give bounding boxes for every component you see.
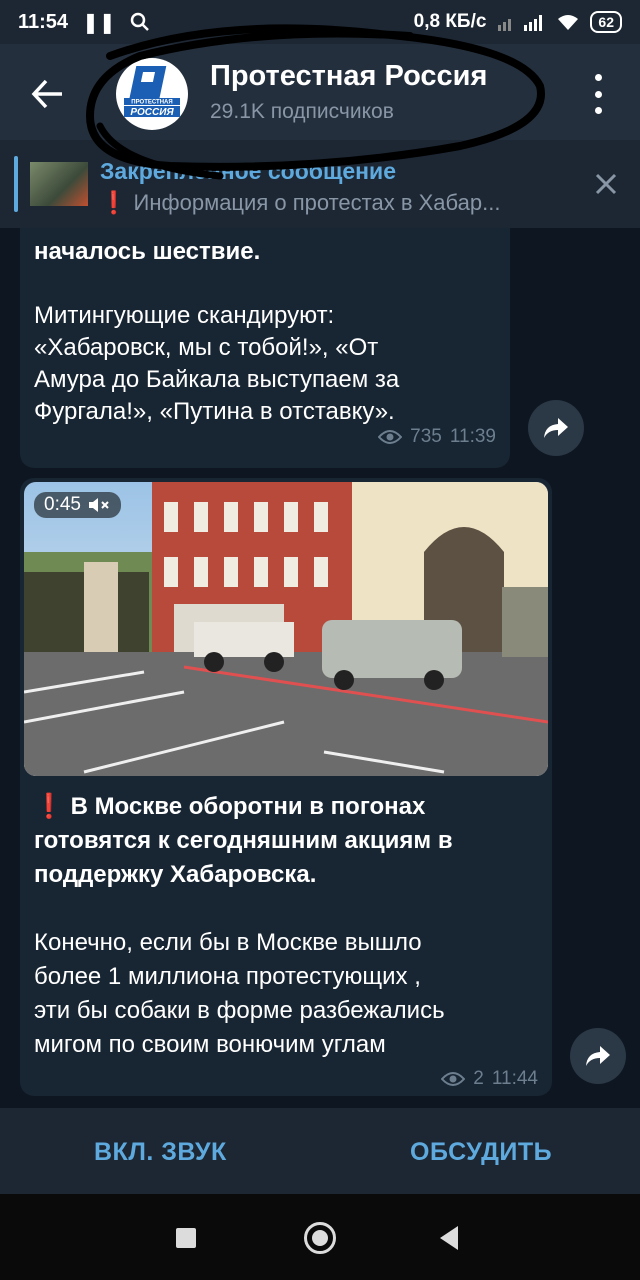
battery-indicator: 62 bbox=[590, 11, 622, 33]
net-speed: 0,8 КБ/с bbox=[413, 11, 487, 32]
exclamation-icon: ❗ bbox=[100, 190, 128, 215]
video-preview[interactable]: 0:45 bbox=[24, 482, 548, 776]
message-text: Конечно, если бы в Москве вышло более 1 … bbox=[34, 929, 445, 1058]
video-duration: 0:45 bbox=[44, 494, 81, 515]
view-count: 735 bbox=[410, 426, 442, 447]
pinned-text-value: Информация о протестах в Хабар... bbox=[133, 190, 501, 215]
share-button[interactable] bbox=[528, 400, 584, 456]
muted-speaker-icon[interactable] bbox=[87, 496, 111, 514]
close-icon[interactable] bbox=[594, 172, 618, 196]
status-bar: 11:54 ❚❚ 0,8 КБ/с 62 bbox=[0, 0, 640, 44]
discuss-button[interactable]: ОБСУДИТЬ bbox=[410, 1138, 552, 1167]
logo-line-1: ПРОТЕСТНАЯ bbox=[131, 100, 172, 106]
message-meta: 735 11:39 bbox=[378, 426, 496, 448]
pinned-thumbnail bbox=[30, 162, 88, 206]
recents-icon[interactable] bbox=[176, 1228, 196, 1248]
views-eye-icon bbox=[441, 1072, 466, 1086]
share-arrow-icon bbox=[544, 418, 568, 438]
signal-icon bbox=[498, 15, 543, 31]
video-duration-badge: 0:45 bbox=[34, 492, 121, 518]
logo-line-2: РОССИЯ bbox=[130, 107, 174, 118]
search-icon bbox=[130, 12, 149, 31]
more-menu-icon[interactable] bbox=[584, 74, 612, 114]
views-eye-icon bbox=[378, 430, 403, 444]
pause-icon: ❚❚ bbox=[82, 11, 116, 34]
share-button[interactable] bbox=[570, 1028, 626, 1084]
channel-avatar[interactable]: ПРОТЕСТНАЯ РОССИЯ bbox=[116, 58, 188, 130]
channel-action-bar: ВКЛ. ЗВУК ОБСУДИТЬ bbox=[0, 1108, 640, 1194]
share-arrow-icon bbox=[586, 1046, 610, 1066]
pinned-message[interactable]: Закреплённое сообщение ❗ Информация о пр… bbox=[0, 140, 640, 228]
message-list[interactable]: началось шествие. Митингующие скандируют… bbox=[0, 228, 640, 1108]
system-nav-bar bbox=[0, 1194, 640, 1280]
chat-header: ПРОТЕСТНАЯ РОССИЯ Протестная Россия 29.1… bbox=[0, 44, 640, 140]
message-meta: 2 11:44 bbox=[441, 1068, 538, 1090]
wifi-icon bbox=[558, 15, 579, 30]
subscriber-count: 29.1K подписчиков bbox=[210, 100, 394, 123]
message-bubble: началось шествие. Митингующие скандируют… bbox=[20, 228, 510, 468]
home-icon[interactable] bbox=[304, 1222, 336, 1254]
message-headline-text: В Москве оборотни в погонах готовятся к … bbox=[34, 793, 453, 888]
channel-title[interactable]: Протестная Россия bbox=[210, 60, 487, 93]
unmute-button[interactable]: ВКЛ. ЗВУК bbox=[94, 1138, 227, 1167]
pinned-accent-bar bbox=[14, 156, 18, 212]
back-arrow-icon[interactable] bbox=[28, 74, 68, 114]
back-triangle-icon[interactable] bbox=[440, 1226, 458, 1250]
message-headline: ❗ В Москве оборотни в погонах готовятся … bbox=[34, 790, 540, 892]
channel-logo: ПРОТЕСТНАЯ РОССИЯ bbox=[124, 66, 180, 118]
pinned-text: ❗ Информация о протестах в Хабар... bbox=[100, 190, 570, 216]
message-time: 11:44 bbox=[491, 1068, 538, 1089]
message-bubble: 0:45 ❗ В Москве оборотни в погонах готов… bbox=[20, 478, 552, 1096]
status-time: 11:54 bbox=[18, 10, 69, 33]
message-text-bold: началось шествие. bbox=[34, 238, 261, 265]
message-text: Митингующие скандируют: «Хабаровск, мы с… bbox=[34, 302, 400, 425]
video-thumbnail bbox=[24, 482, 548, 776]
pinned-title: Закреплённое сообщение bbox=[100, 158, 396, 184]
view-count: 2 bbox=[473, 1068, 484, 1089]
message-time: 11:39 bbox=[449, 426, 496, 447]
exclamation-icon: ❗ bbox=[34, 793, 64, 820]
